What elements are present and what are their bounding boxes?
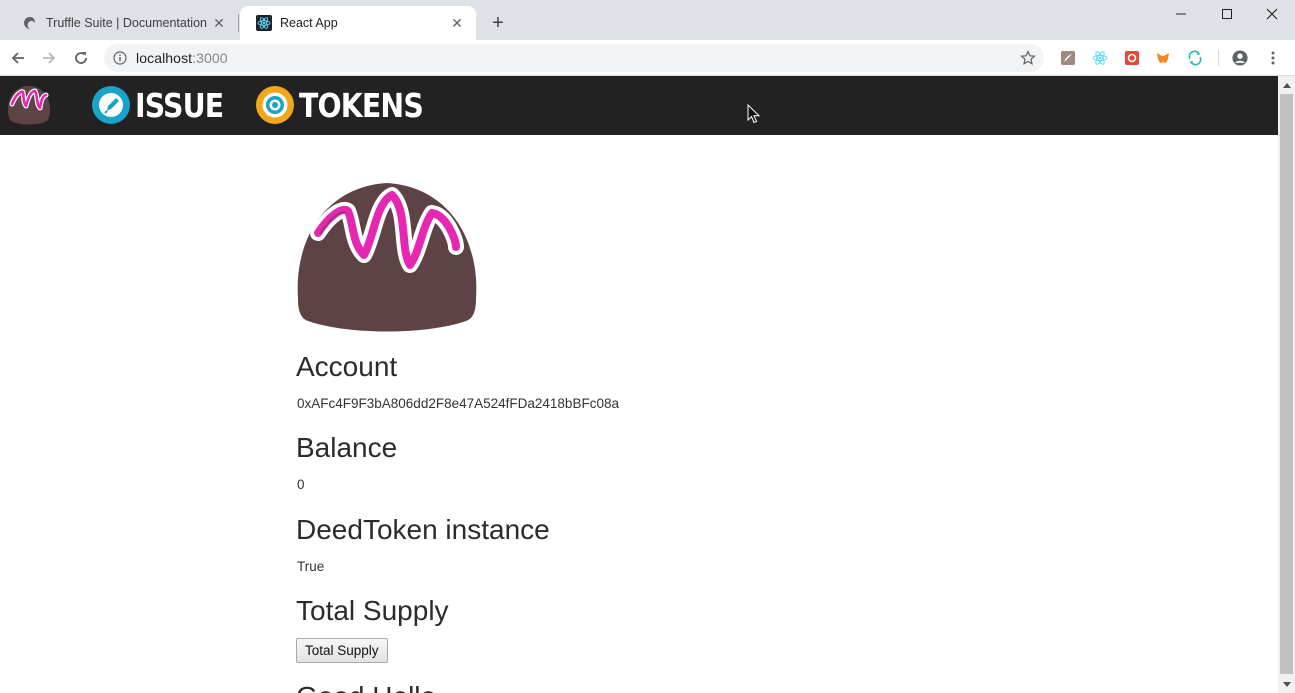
close-window-button[interactable] bbox=[1249, 0, 1295, 28]
next-section-heading: Good Hello bbox=[296, 681, 436, 693]
address-bar[interactable]: localhost:3000 bbox=[104, 44, 1044, 72]
app-navbar: ISSUE TOKENS bbox=[0, 76, 1278, 135]
target-icon bbox=[256, 86, 294, 124]
tab-strip: Truffle Suite | Documentation | ✕ React … bbox=[0, 0, 1295, 40]
pdf-icon[interactable] bbox=[1060, 50, 1076, 66]
back-button[interactable] bbox=[4, 44, 32, 72]
star-icon[interactable] bbox=[1020, 50, 1036, 66]
total-supply-button[interactable]: Total Supply bbox=[296, 638, 388, 663]
url-host: localhost bbox=[136, 50, 193, 66]
nav-tokens-label: TOKENS bbox=[299, 85, 424, 125]
reload-icon bbox=[75, 52, 87, 64]
minimize-button[interactable] bbox=[1158, 0, 1204, 28]
nav-tokens-link[interactable]: TOKENS bbox=[255, 84, 443, 126]
scroll-up-button[interactable] bbox=[1278, 76, 1295, 93]
arrow-right-icon bbox=[43, 52, 56, 64]
minimize-icon bbox=[1176, 13, 1186, 15]
close-icon bbox=[1266, 8, 1278, 20]
url-port: :3000 bbox=[192, 50, 228, 66]
account-circle-icon[interactable] bbox=[1232, 50, 1248, 66]
nav-issue-label: ISSUE bbox=[135, 85, 224, 125]
maximize-icon bbox=[1222, 9, 1232, 19]
balance-heading: Balance bbox=[296, 432, 398, 463]
account-heading: Account bbox=[296, 351, 398, 382]
edit-icon bbox=[92, 86, 130, 124]
truffle-icon bbox=[22, 15, 38, 31]
balance-value: 0 bbox=[297, 477, 305, 492]
new-tab-button[interactable]: + bbox=[486, 11, 510, 35]
truffle-drop-logo[interactable] bbox=[4, 82, 54, 128]
maximize-button[interactable] bbox=[1204, 0, 1250, 28]
arrow-left-icon bbox=[11, 52, 24, 64]
react-devtools-icon[interactable] bbox=[1092, 50, 1108, 66]
tab-title: React App bbox=[280, 16, 338, 30]
sync-icon[interactable] bbox=[1187, 50, 1203, 66]
scrollbar-thumb[interactable] bbox=[1280, 94, 1293, 674]
caret-up-icon bbox=[1282, 82, 1291, 88]
account-address: 0xAFc4F9F3bA806dd2F8e47A524fFDa2418bBFc0… bbox=[297, 396, 619, 411]
browser-toolbar: localhost:3000 bbox=[0, 40, 1295, 76]
toolbar-divider bbox=[1218, 50, 1219, 66]
deedtoken-instance-value: True bbox=[297, 559, 325, 574]
tab-react-app[interactable]: React App ✕ bbox=[240, 6, 476, 40]
close-tab-icon[interactable]: ✕ bbox=[210, 14, 228, 32]
reload-button[interactable] bbox=[67, 44, 95, 72]
scroll-down-button[interactable] bbox=[1278, 676, 1295, 693]
forward-button[interactable] bbox=[35, 44, 63, 72]
url-text[interactable]: localhost:3000 bbox=[136, 50, 228, 66]
react-icon bbox=[256, 15, 272, 31]
tab-divider bbox=[238, 14, 239, 32]
mouse-cursor-icon bbox=[747, 104, 761, 124]
info-icon[interactable] bbox=[112, 50, 128, 66]
kebab-menu-icon[interactable] bbox=[1265, 50, 1281, 66]
grammarly-icon[interactable] bbox=[1124, 50, 1140, 66]
nav-issue-link[interactable]: ISSUE bbox=[91, 84, 238, 126]
tab-truffle-docs[interactable]: Truffle Suite | Documentation | ✕ bbox=[6, 6, 238, 40]
deedtoken-instance-heading: DeedToken instance bbox=[296, 514, 550, 545]
caret-down-icon bbox=[1282, 681, 1291, 687]
page-scrollbar[interactable] bbox=[1278, 76, 1295, 693]
total-supply-heading: Total Supply bbox=[296, 595, 449, 626]
tab-title: Truffle Suite | Documentation | bbox=[46, 16, 210, 30]
truffle-drop-illustration bbox=[297, 183, 477, 332]
close-tab-icon[interactable]: ✕ bbox=[448, 14, 466, 32]
metamask-icon[interactable] bbox=[1155, 50, 1171, 66]
